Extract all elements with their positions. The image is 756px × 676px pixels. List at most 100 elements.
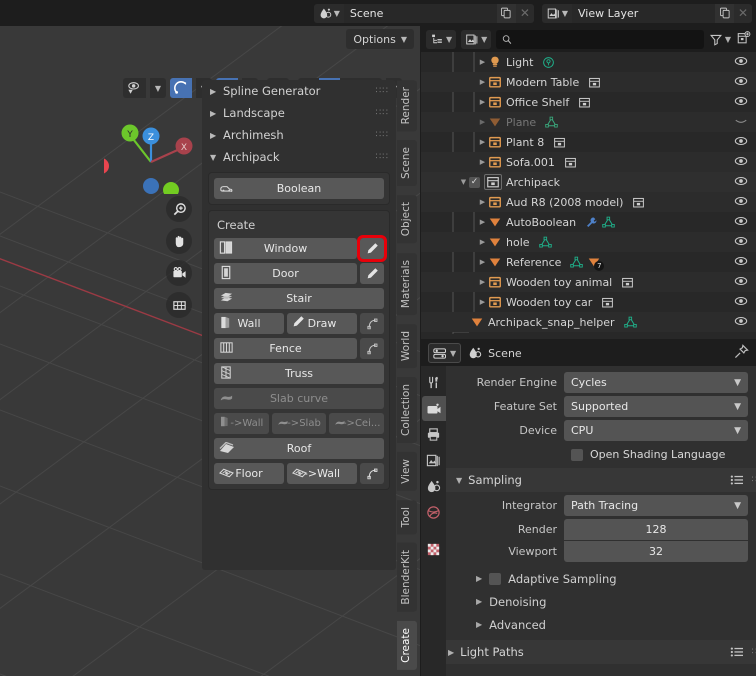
sampling-section-header[interactable]: ▼ Sampling ∷∷	[446, 468, 756, 492]
expand-toggle-icon[interactable]: ▶	[477, 78, 488, 86]
table-row[interactable]: ▶ Modern Table	[421, 72, 756, 92]
outliner-display-mode-button[interactable]: ▼	[461, 30, 491, 49]
render-samples-field[interactable]: 128	[564, 519, 748, 540]
expand-toggle-icon[interactable]: ▶	[477, 238, 488, 246]
zoom-button[interactable]	[166, 196, 192, 222]
expand-toggle-icon[interactable]: ▶	[477, 118, 488, 126]
floor-to-wall-button[interactable]: ->Wall	[287, 463, 357, 484]
window-button[interactable]: Window	[214, 238, 357, 259]
visibility-eye-icon[interactable]	[734, 254, 748, 271]
visibility-eye-icon[interactable]	[734, 214, 748, 231]
render-engine-dropdown[interactable]: Cycles ▼	[564, 372, 748, 393]
visibility-eye-icon[interactable]	[734, 94, 748, 111]
visibility-eye-icon[interactable]	[734, 194, 748, 211]
feature-set-dropdown[interactable]: Supported ▼	[564, 396, 748, 417]
camera-view-button[interactable]	[166, 260, 192, 286]
table-row[interactable]: ▶ Sofa.001	[421, 152, 756, 172]
sidebar-tab-create[interactable]: Create	[397, 621, 417, 670]
to-ceiling-button[interactable]: ->Cei...	[329, 413, 384, 434]
snap-toggle[interactable]	[170, 78, 192, 98]
collection-checkbox[interactable]: ✓	[469, 177, 480, 188]
window-preset-pencil-button[interactable]	[360, 238, 384, 259]
to-slab-button[interactable]: ->Slab	[272, 413, 327, 434]
expand-toggle-icon[interactable]: ▶	[477, 298, 488, 306]
viewport-samples-field[interactable]: 32	[564, 541, 748, 562]
visibility-eye-icon[interactable]	[734, 314, 748, 331]
sidebar-tab-world[interactable]: World	[397, 324, 417, 368]
table-row[interactable]: ▶ Reference 7	[421, 252, 756, 272]
visibility-dropdown[interactable]: ▼	[150, 78, 166, 98]
wall-from-curve-button[interactable]	[360, 313, 384, 334]
table-row[interactable]: ▶ Plane	[421, 112, 756, 132]
panel-header-spline-generator[interactable]: ▶ Spline Generator ∷∷	[202, 80, 396, 102]
to-wall-button[interactable]: ->Wall	[214, 413, 269, 434]
3d-viewport[interactable]: Y Z X Options ▼ ▼	[0, 26, 420, 676]
expand-toggle-icon[interactable]: ▶	[477, 278, 488, 286]
unlink-scene-button[interactable]: ✕	[516, 4, 534, 23]
advanced-row[interactable]: ▶ Advanced	[446, 613, 748, 636]
osl-checkbox[interactable]	[571, 449, 583, 461]
table-row[interactable]: ▶ AutoBoolean	[421, 212, 756, 232]
properties-tab-render[interactable]	[422, 396, 446, 421]
visibility-eye-closed-icon[interactable]	[734, 114, 748, 131]
expand-toggle-icon[interactable]: ▶	[477, 158, 488, 166]
collapse-toggle-icon[interactable]: ▼	[458, 178, 469, 186]
properties-tab-view-layer[interactable]	[422, 448, 446, 473]
outliner-tree[interactable]: ▶ Light	[421, 52, 756, 339]
visibility-eye-icon[interactable]	[734, 74, 748, 91]
wall-button[interactable]: Wall	[214, 313, 284, 334]
viewport-options-button[interactable]: Options ▼	[346, 29, 414, 49]
orthographic-toggle-button[interactable]	[166, 292, 192, 318]
slab-curve-button[interactable]: Slab curve	[214, 388, 384, 409]
preset-list-icon[interactable]	[730, 474, 744, 486]
wall-draw-button[interactable]: Draw	[287, 313, 357, 334]
expand-toggle-icon[interactable]: ▶	[477, 198, 488, 206]
sidebar-tab-blenderkit[interactable]: BlenderKit	[397, 543, 417, 612]
outliner-editor-type-button[interactable]: ▼	[426, 30, 456, 49]
osl-row[interactable]: Open Shading Language	[446, 444, 748, 465]
table-row[interactable]: ▶ Light	[421, 52, 756, 72]
scene-selector[interactable]: ▼ Scene ✕	[314, 4, 534, 23]
visibility-eye-icon[interactable]	[734, 174, 748, 191]
table-row[interactable]: Archipack_snap_helper	[421, 312, 756, 332]
floor-from-curve-button[interactable]	[360, 463, 384, 484]
fence-from-curve-button[interactable]	[360, 338, 384, 359]
properties-editor-type-button[interactable]: ▼	[428, 343, 461, 363]
properties-tab-tool[interactable]	[422, 370, 446, 395]
sidebar-tab-scene[interactable]: Scene	[397, 140, 417, 186]
table-row[interactable]: ▶ Wooden toy car	[421, 292, 756, 312]
denoising-row[interactable]: ▶ Denoising	[446, 590, 748, 613]
pin-button[interactable]	[734, 344, 749, 362]
scene-browse-icon[interactable]: ▼	[314, 4, 344, 23]
properties-tab-world[interactable]	[422, 500, 446, 525]
sidebar-tab-materials[interactable]: Materials	[397, 253, 417, 315]
sidebar-tab-collection[interactable]: Collection	[397, 377, 417, 443]
properties-tab-scene[interactable]	[422, 474, 446, 499]
new-scene-button[interactable]	[497, 4, 516, 23]
panel-header-archimesh[interactable]: ▶ Archimesh ∷∷	[202, 124, 396, 146]
table-row[interactable]: ▶ Wooden toy animal	[421, 272, 756, 292]
floor-button[interactable]: Floor	[214, 463, 284, 484]
properties-tab-output[interactable]	[422, 422, 446, 447]
truss-button[interactable]: Truss	[214, 363, 384, 384]
light-paths-section-header[interactable]: ▶ Light Paths ∷∷	[446, 640, 756, 664]
expand-toggle-icon[interactable]: ▶	[477, 258, 488, 266]
table-row[interactable]: ▶ hole	[421, 232, 756, 252]
fence-button[interactable]: Fence	[214, 338, 357, 359]
table-row[interactable]: ▼ ✓ Archipack	[421, 172, 756, 192]
sidebar-tab-view[interactable]: View	[397, 452, 417, 491]
outliner-search-field[interactable]	[496, 30, 704, 49]
sidebar-tab-tool[interactable]: Tool	[397, 500, 417, 534]
visibility-toggle[interactable]	[123, 78, 146, 98]
table-row[interactable]: ▶ Aud R8 (2008 model)	[421, 192, 756, 212]
visibility-eye-icon[interactable]	[734, 274, 748, 291]
remove-view-layer-button[interactable]: ✕	[734, 4, 752, 23]
view-layer-browse-icon[interactable]: ▼	[542, 4, 572, 23]
outliner-new-collection-button[interactable]	[736, 31, 751, 48]
panel-header-archipack[interactable]: ▼ Archipack ∷∷	[202, 146, 396, 168]
new-view-layer-button[interactable]	[715, 4, 734, 23]
adaptive-sampling-row[interactable]: ▶ Adaptive Sampling	[446, 567, 748, 590]
door-button[interactable]: Door	[214, 263, 357, 284]
view-layer-selector[interactable]: ▼ View Layer ✕	[542, 4, 752, 23]
integrator-dropdown[interactable]: Path Tracing ▼	[564, 495, 748, 516]
